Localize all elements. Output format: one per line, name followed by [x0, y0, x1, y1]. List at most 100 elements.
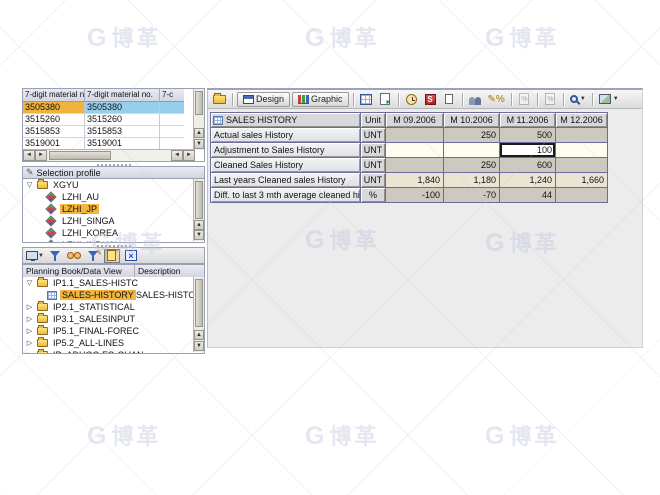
expander-closed-icon[interactable]: ▷	[25, 339, 34, 347]
expander-open-icon[interactable]: ▽	[25, 181, 34, 189]
materials-hscrollbar[interactable]: ◄ ► ◄ ►	[23, 149, 195, 161]
scroll-down-button[interactable]: ▼	[194, 341, 204, 351]
value-cell[interactable]: 1,180	[444, 173, 499, 187]
value-cell[interactable]: -70	[444, 188, 499, 202]
material-row[interactable]: 35053803505380	[23, 102, 204, 114]
description-column-header[interactable]: Description	[135, 265, 204, 277]
value-cell[interactable]	[386, 128, 443, 142]
value-cell[interactable]	[556, 188, 607, 202]
toolbar-separator	[353, 93, 354, 106]
material-row[interactable]: 35152603515260	[23, 114, 204, 126]
value-cell[interactable]	[386, 158, 443, 172]
display-variant-button[interactable]: ▼	[26, 249, 44, 263]
value-cell[interactable]	[556, 143, 607, 157]
material-cell[interactable]	[160, 102, 184, 114]
close-selection-button[interactable]: ×	[123, 249, 139, 263]
planning-book-item[interactable]: ▷IP2.1_STATISTICAL	[23, 301, 204, 313]
selection-root-node[interactable]: ▽XGYU	[23, 179, 204, 191]
scroll-right-button[interactable]: ►	[35, 150, 47, 161]
design-button[interactable]: Design	[237, 92, 290, 107]
material-cell[interactable]: 3515853	[85, 126, 160, 138]
find-button[interactable]	[66, 249, 82, 263]
planning-book-root-node[interactable]: ▽IP1.1_SALES-HISTC	[23, 277, 204, 289]
expander-closed-icon[interactable]: ▷	[25, 303, 34, 311]
scroll-thumb[interactable]	[195, 91, 203, 115]
value-cell[interactable]: 250	[444, 158, 499, 172]
material-cell[interactable]: 3515853	[23, 126, 85, 138]
value-cell[interactable]	[556, 128, 607, 142]
value-cell[interactable]: 1,840	[386, 173, 443, 187]
scroll-thumb[interactable]	[49, 151, 111, 160]
planning-book-item[interactable]: ▷IP_ADHOC-FG-QUAN	[23, 349, 204, 354]
edit-filter-button[interactable]: ✎	[85, 249, 101, 263]
data-view-item[interactable]: SALES-HISTORYSALES-HISTORY	[23, 289, 204, 301]
selection-profile-item[interactable]: LZHI_INDIAN	[23, 239, 204, 243]
scroll-right-button[interactable]: ►	[183, 150, 195, 161]
planning-tree-vscrollbar[interactable]: ▲▼	[193, 277, 204, 352]
expander-closed-icon[interactable]: ▷	[25, 351, 34, 354]
value-cell[interactable]	[556, 158, 607, 172]
material-cell[interactable]: 3515260	[85, 114, 160, 126]
table-view-button[interactable]	[358, 91, 375, 107]
planning-book-item[interactable]: ▷IP3.1_SALESINPUT	[23, 313, 204, 325]
scroll-down-button[interactable]: ▼	[194, 230, 204, 240]
material-cell[interactable]: 3505380	[23, 102, 85, 114]
scroll-up-button[interactable]: ▲	[194, 220, 204, 230]
material-cell[interactable]	[160, 126, 184, 138]
value-cell[interactable]: 100	[500, 143, 555, 157]
selection-tree-vscrollbar[interactable]: ▲▼	[193, 179, 204, 241]
selection-profile-item[interactable]: LZHI_AU	[23, 191, 204, 203]
copy-results-button[interactable]	[377, 91, 394, 107]
scroll-down-button[interactable]: ▼	[194, 139, 204, 149]
open-button[interactable]	[211, 91, 228, 107]
value-cell[interactable]	[386, 143, 443, 157]
value-cell[interactable]: 1,240	[500, 173, 555, 187]
unit-cell: UNT	[361, 128, 385, 142]
selection-icon	[45, 227, 56, 238]
material-cell[interactable]: 3515260	[23, 114, 85, 126]
collaboration-button[interactable]	[467, 91, 484, 107]
notes-button[interactable]	[104, 249, 120, 263]
material-cell[interactable]	[160, 114, 184, 126]
expander-closed-icon[interactable]: ▷	[25, 315, 34, 323]
value-cell[interactable]	[444, 143, 499, 157]
grid-title-label: SALES HISTORY	[226, 115, 297, 125]
simulation-button[interactable]: S	[422, 91, 439, 107]
selection-profile-item[interactable]: LZHI_JP	[23, 203, 204, 215]
material-row[interactable]: 35158533515853	[23, 126, 204, 138]
value-cell[interactable]: 250	[444, 128, 499, 142]
edit-percent-button[interactable]: ✎%	[486, 91, 507, 107]
scroll-thumb[interactable]	[195, 181, 203, 219]
expander-closed-icon[interactable]: ▷	[25, 327, 34, 335]
value-cell[interactable]: 500	[500, 128, 555, 142]
scroll-thumb[interactable]	[195, 279, 203, 327]
value-cell[interactable]: 1,660	[556, 173, 607, 187]
selection-toolbar: ▼ ✎ ×	[22, 247, 205, 264]
chart-menu-button[interactable]: ▼	[597, 91, 621, 107]
value-cell[interactable]: -100	[386, 188, 443, 202]
planning-book-item[interactable]: ▷IP5.1_FINAL-FOREC	[23, 325, 204, 337]
zoom-menu-button[interactable]: ▼	[568, 91, 588, 107]
scroll-up-button[interactable]: ▲	[194, 330, 204, 340]
materials-column-header[interactable]: 7-c	[160, 89, 184, 102]
scroll-left-button[interactable]: ◄	[171, 150, 183, 161]
data-view-description: SALES-HISTORY	[136, 289, 194, 301]
note-small-button[interactable]	[441, 91, 458, 107]
materials-vscrollbar[interactable]: ▲ ▼	[193, 89, 204, 150]
filter-button[interactable]	[47, 249, 63, 263]
material-cell[interactable]: 3505380	[85, 102, 160, 114]
planning-book-item[interactable]: ▷IP5.2_ALL-LINES	[23, 337, 204, 349]
expander-open-icon[interactable]: ▽	[25, 279, 34, 287]
period-button[interactable]	[403, 91, 420, 107]
value-cell[interactable]: 600	[500, 158, 555, 172]
key-figure-label: Last years Cleaned sales History	[211, 173, 360, 187]
graphic-button[interactable]: Graphic	[292, 92, 349, 107]
selection-profile-item[interactable]: LZHI_SINGA	[23, 215, 204, 227]
planning-book-column-header[interactable]: Planning Book/Data View	[23, 265, 135, 277]
scroll-left-button[interactable]: ◄	[23, 150, 35, 161]
scroll-up-button[interactable]: ▲	[194, 128, 204, 138]
materials-column-header[interactable]: 7-digit material no.	[85, 89, 160, 102]
selection-profile-item[interactable]: LZHI_KOREA	[23, 227, 204, 239]
value-cell[interactable]: 44	[500, 188, 555, 202]
materials-column-header[interactable]: 7-digit material n..	[23, 89, 85, 102]
